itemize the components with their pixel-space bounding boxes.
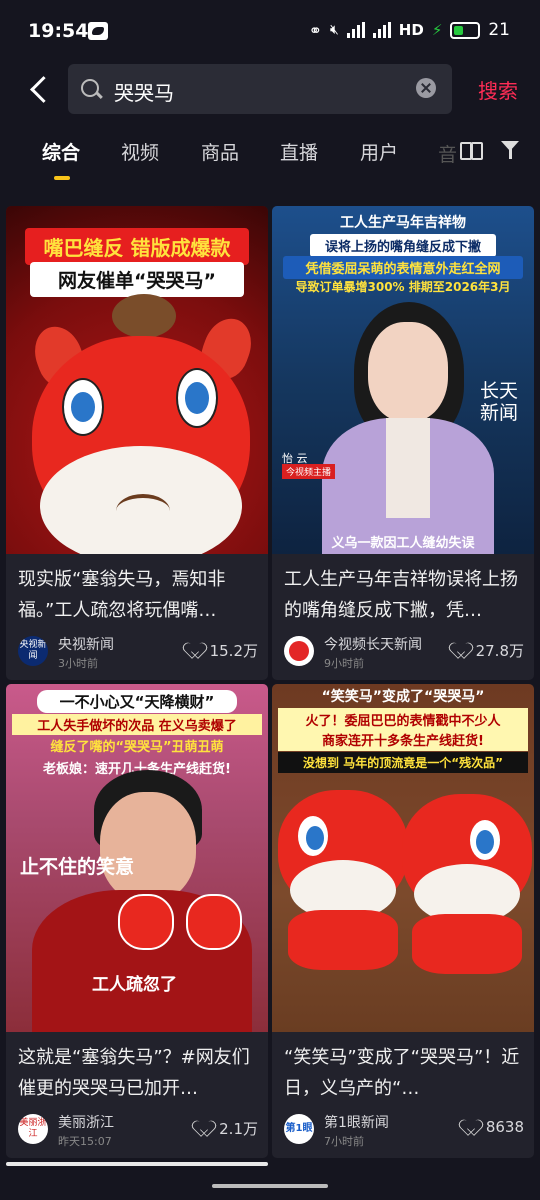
video-caption[interactable]: 现实版“塞翁失马，焉知非福。”工人疏忽将玩偶嘴… xyxy=(18,564,258,626)
author-name[interactable]: 第1眼新闻 xyxy=(324,1112,389,1132)
avatar-label: 第1眼 xyxy=(285,1123,313,1134)
avatar[interactable]: 央视新闻 xyxy=(18,636,48,666)
video-meta: 第1眼 第1眼新闻 7小时前 8638 xyxy=(284,1112,524,1152)
like-count-value: 27.8万 xyxy=(475,642,524,660)
author-name[interactable]: 今视频长天新闻 xyxy=(324,634,422,654)
like-count[interactable]: 2.1万 xyxy=(197,1118,258,1139)
video-caption[interactable]: 工人生产马年吉祥物误将上扬的嘴角缝反成下撇，凭… xyxy=(284,564,524,626)
filter-icon[interactable] xyxy=(501,141,523,161)
hd-label: HD xyxy=(398,21,424,39)
search-header: 哭哭马 搜索 xyxy=(0,62,540,118)
signal2-icon xyxy=(372,22,391,38)
thumb-title-1: 一不小心又“天降横财” xyxy=(37,690,237,713)
avatar-label: 央视新闻 xyxy=(19,640,47,661)
home-indicator[interactable] xyxy=(212,1184,328,1188)
thumb-bottom-text: 工人疏忽了 xyxy=(92,975,177,995)
post-time: 9小时前 xyxy=(324,657,364,670)
video-card[interactable]: 一不小心又“天降横财” 工人失手做坏的次品 在义乌卖爆了 缝反了嘴的“哭哭马”丑… xyxy=(6,684,268,1158)
video-meta: 美丽浙江 美丽浙江 昨天15:07 2.1万 xyxy=(18,1112,258,1152)
status-indicators: ⚭ 🔇︎ HD ⚡ 21 xyxy=(309,20,510,40)
thumb-title-1: 嘴巴缝反 错版成爆款 xyxy=(25,228,249,265)
news-anchor-image xyxy=(322,302,494,554)
video-thumbnail: 嘴巴缝反 错版成爆款 网友催单“哭哭马” xyxy=(6,206,268,554)
like-count-value: 2.1万 xyxy=(219,1120,258,1138)
tab-videos[interactable]: 视频 xyxy=(121,138,159,165)
video-meta: 央视新闻 央视新闻 3小时前 15.2万 xyxy=(18,634,258,674)
author-name[interactable]: 美丽浙江 xyxy=(58,1112,114,1132)
tab-all[interactable]: 综合 xyxy=(42,138,80,165)
horse-toy-small xyxy=(186,894,242,950)
thumb-title-4: 没想到 马年的顶流竟是一个“残次品” xyxy=(278,752,528,773)
thumb-title-3: 凭借委屈呆萌的表情意外走红全网 xyxy=(283,256,523,279)
like-count-value: 15.2万 xyxy=(209,642,258,660)
thumb-bottom-text: 义乌一款因工人缝幼失误 xyxy=(331,536,475,551)
video-card[interactable]: 工人生产马年吉祥物 误将上扬的嘴角缝反成下撇 凭借委屈呆萌的表情意外走红全网 导… xyxy=(272,206,534,680)
tab-users[interactable]: 用户 xyxy=(360,138,398,165)
horse-toy-image xyxy=(26,294,259,554)
post-time: 昨天15:07 xyxy=(58,1135,112,1148)
like-count[interactable]: 8638 xyxy=(464,1118,524,1136)
horse-toy-small xyxy=(118,894,174,950)
post-time: 7小时前 xyxy=(324,1135,364,1148)
like-count-value: 8638 xyxy=(485,1118,524,1136)
video-thumbnail: “笑笑马”变成了“哭哭马” 火了！委屈巴巴的表情戳中不少人 商家连开十多条生产线… xyxy=(272,684,534,1032)
clear-icon[interactable] xyxy=(416,78,436,98)
video-caption[interactable]: 这就是“塞翁失马”？#网友们催更的哭哭马已加开… xyxy=(18,1042,258,1104)
thumb-title-3: 商家连开十多条生产线赶货! xyxy=(278,728,528,751)
thumb-title-1: 工人生产马年吉祥物 xyxy=(340,215,466,231)
horse-toy-image xyxy=(278,780,408,970)
video-caption[interactable]: “笑笑马”变成了“哭哭马”！近日，义乌产的“… xyxy=(284,1042,524,1104)
thumb-title-3: 缝反了嘴的“哭哭马”丑萌丑萌 xyxy=(50,740,224,755)
mute-icon: 🔇︎ xyxy=(329,22,339,38)
video-thumbnail: 工人生产马年吉祥物 误将上扬的嘴角缝反成下撇 凭借委屈呆萌的表情意外走红全网 导… xyxy=(272,206,534,554)
status-bar: 19:54 ⚭ 🔇︎ HD ⚡ 21 xyxy=(0,0,540,62)
thumb-title-2: 工人失手做坏的次品 在义乌卖爆了 xyxy=(12,714,262,735)
heart-icon xyxy=(464,1120,480,1135)
status-time: 19:54 xyxy=(28,20,89,42)
next-card-peek xyxy=(6,1162,268,1166)
video-meta: 今视频长天新闻 9小时前 27.8万 xyxy=(284,634,524,674)
tab-products[interactable]: 商品 xyxy=(201,138,239,165)
video-card[interactable]: “笑笑马”变成了“哭哭马” 火了！委屈巴巴的表情戳中不少人 商家连开十多条生产线… xyxy=(272,684,534,1158)
tab-music[interactable]: 音 xyxy=(438,140,457,167)
like-count[interactable]: 27.8万 xyxy=(454,640,524,661)
thumb-title-2: 误将上扬的嘴角缝反成下撇 xyxy=(310,234,496,257)
back-button[interactable] xyxy=(24,72,56,108)
avatar[interactable] xyxy=(284,636,314,666)
video-thumbnail: 一不小心又“天降横财” 工人失手做坏的次品 在义乌卖爆了 缝反了嘴的“哭哭马”丑… xyxy=(6,684,268,1032)
charging-icon: ⚡ xyxy=(431,21,443,39)
heart-icon xyxy=(454,643,470,658)
battery-level: 21 xyxy=(488,20,510,40)
result-tabs: 综合 视频 商品 直播 用户 音 xyxy=(0,128,540,184)
dual-column-icon[interactable] xyxy=(460,142,483,160)
video-card[interactable]: 嘴巴缝反 错版成爆款 网友催单“哭哭马” 现实版“塞翁失马，焉知非福。”工人疏忽… xyxy=(6,206,268,680)
search-button[interactable]: 搜索 xyxy=(478,75,518,104)
thumb-logo: 长天新闻 xyxy=(479,380,518,424)
thumb-title-2: 网友催单“哭哭马” xyxy=(30,262,244,297)
horse-toy-image xyxy=(402,784,532,974)
thumb-side-text: 止不住的笑意 xyxy=(20,856,135,878)
thumb-anchor-role: 今视频主播 xyxy=(282,464,336,479)
author-name[interactable]: 央视新闻 xyxy=(58,634,114,654)
post-time: 3小时前 xyxy=(58,657,98,670)
search-input[interactable]: 哭哭马 xyxy=(68,64,452,114)
search-query: 哭哭马 xyxy=(114,81,174,105)
avatar[interactable]: 第1眼 xyxy=(284,1114,314,1144)
avatar[interactable]: 美丽浙江 xyxy=(18,1114,48,1144)
heart-icon xyxy=(197,1121,213,1136)
tab-indicator xyxy=(54,176,70,180)
twitter-icon xyxy=(88,22,108,40)
thumb-title-1: “笑笑马”变成了“哭哭马” xyxy=(321,689,485,705)
thumb-title-4: 导致订单暴增300% 排期至2026年3月 xyxy=(295,280,511,294)
battery-icon xyxy=(450,21,481,39)
like-count[interactable]: 15.2万 xyxy=(188,640,258,661)
avatar-label: 美丽浙江 xyxy=(19,1118,47,1139)
heart-icon xyxy=(188,643,204,658)
tab-live[interactable]: 直播 xyxy=(280,138,318,165)
signal-icon xyxy=(346,22,365,38)
network-icon: ⚭ xyxy=(308,20,322,40)
search-icon xyxy=(81,79,99,97)
